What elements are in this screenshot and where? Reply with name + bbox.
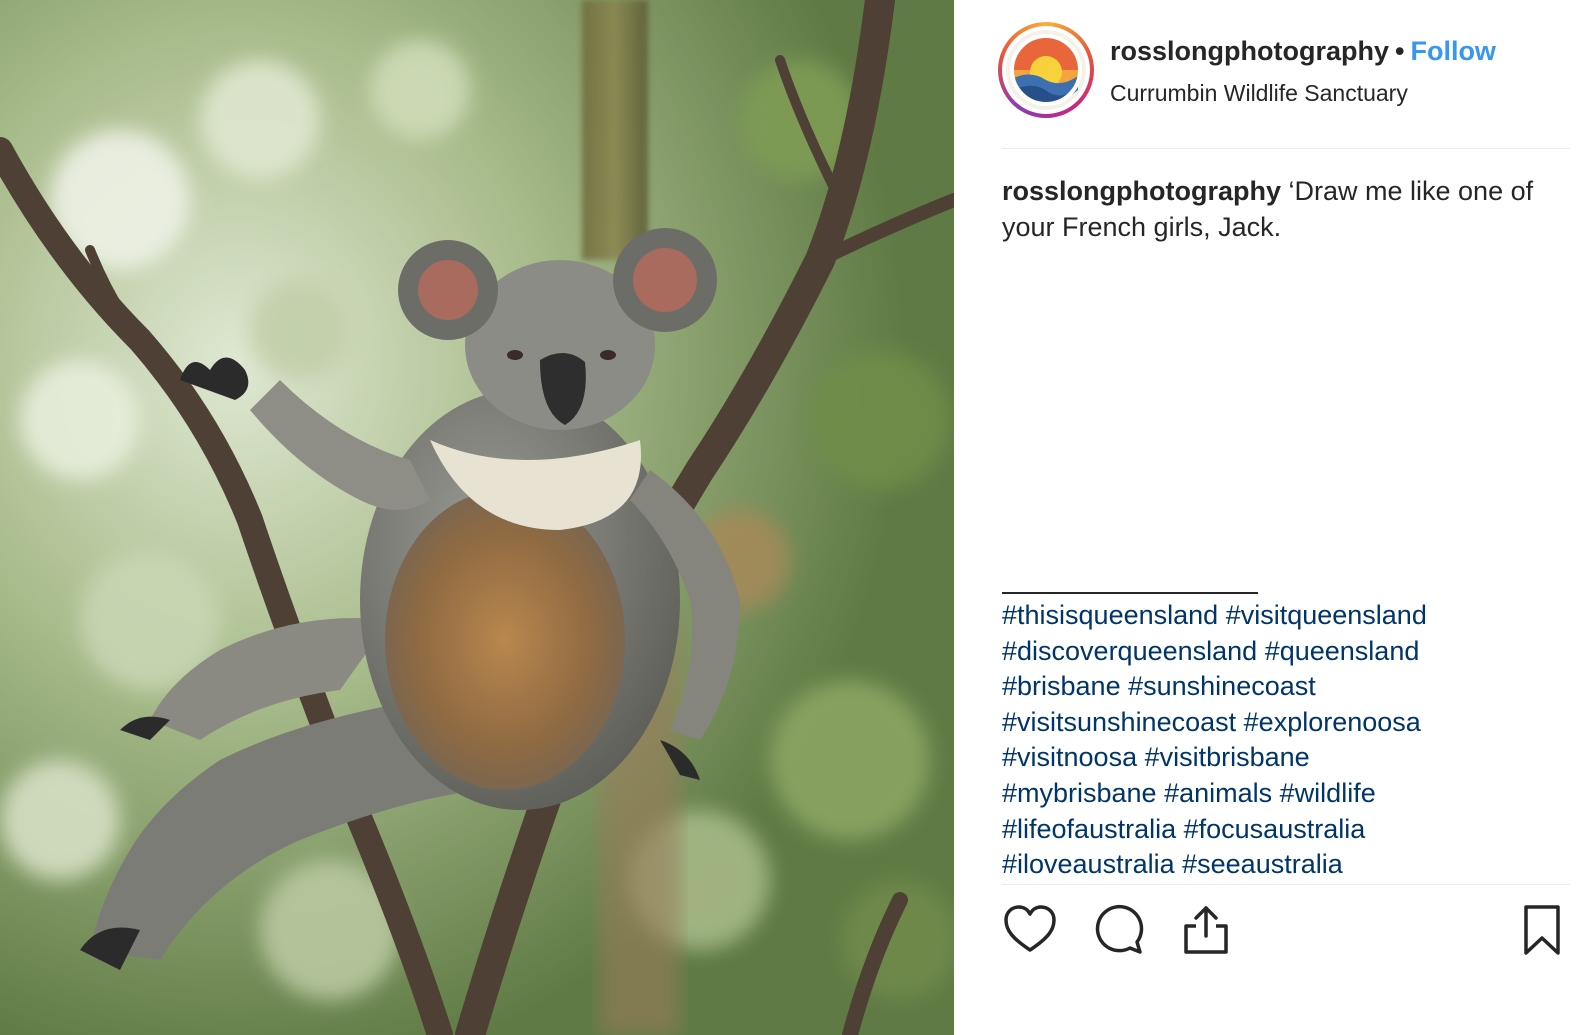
hashtag-link[interactable]: #visitbrisbane [1145, 742, 1310, 772]
heart-icon [1004, 905, 1056, 952]
caption-username[interactable]: rosslongphotography [1002, 176, 1281, 206]
hashtag-link[interactable]: #lifeofaustralia [1002, 814, 1176, 844]
post-location[interactable]: Currumbin Wildlife Sanctuary [1110, 80, 1408, 107]
koala-photo [0, 0, 954, 1035]
post-username[interactable]: rosslongphotography [1110, 36, 1389, 66]
share-upload-icon [1184, 906, 1228, 954]
follow-button[interactable]: Follow [1410, 36, 1495, 66]
bookmark-icon [1524, 905, 1560, 955]
post-header: rosslongphotography • Follow Currumbin Wil… [998, 22, 1570, 122]
actions-divider [1002, 884, 1570, 885]
hashtag-link[interactable]: #discoverqueensland [1002, 636, 1257, 666]
post-photo[interactable] [0, 0, 954, 1035]
hashtag-link[interactable]: #brisbane [1002, 671, 1121, 701]
hashtag-link[interactable]: #queensland [1265, 636, 1420, 666]
hashtag-link[interactable]: #visitnoosa [1002, 742, 1137, 772]
post-actions-bar [1002, 902, 1570, 962]
share-button[interactable] [1178, 902, 1234, 958]
sunset-logo-icon [1006, 30, 1086, 110]
header-separator: • [1395, 36, 1405, 66]
avatar[interactable] [1006, 30, 1086, 110]
comment-button[interactable] [1090, 902, 1146, 958]
post-caption: rosslongphotography ‘Draw me like one of… [1002, 173, 1564, 245]
hashtag-link[interactable]: #iloveaustralia [1002, 849, 1175, 879]
caption-separator-line [1002, 592, 1258, 594]
hashtag-link[interactable]: #seeaustralia [1182, 849, 1343, 879]
save-bookmark-button[interactable] [1514, 902, 1570, 958]
hashtag-link[interactable]: #focusaustralia [1184, 814, 1366, 844]
avatar-story-ring[interactable] [998, 22, 1094, 118]
hashtag-link[interactable]: #sunshinecoast [1128, 671, 1316, 701]
instagram-post: rosslongphotography • Follow Currumbin Wil… [0, 0, 1590, 1035]
hashtag-link[interactable]: #thisisqueensland [1002, 600, 1218, 630]
hashtag-link[interactable]: #visitqueensland [1226, 600, 1427, 630]
hashtag-list: #thisisqueensland #visitqueensland #disc… [1002, 598, 1550, 883]
username-line: rosslongphotography • Follow [1110, 36, 1496, 67]
hashtag-link[interactable]: #animals [1164, 778, 1272, 808]
hashtag-link[interactable]: #explorenoosa [1244, 707, 1421, 737]
hashtag-link[interactable]: #wildlife [1280, 778, 1376, 808]
like-button[interactable] [1002, 902, 1058, 958]
comment-bubble-icon [1095, 905, 1144, 954]
header-divider [1002, 148, 1570, 149]
post-side-panel: rosslongphotography • Follow Currumbin Wil… [954, 0, 1590, 1035]
hashtag-link[interactable]: #visitsunshinecoast [1002, 707, 1236, 737]
hashtag-link[interactable]: #mybrisbane [1002, 778, 1157, 808]
